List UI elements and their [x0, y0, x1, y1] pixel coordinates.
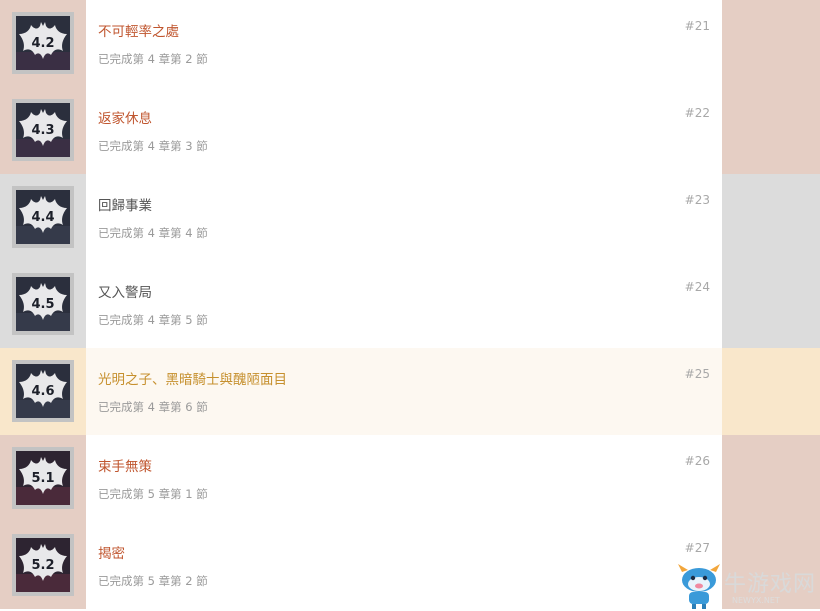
achievement-row[interactable]: 4.5 又入警局 已完成第 4 章第 5 節 #24 [0, 261, 820, 348]
svg-text:4.2: 4.2 [31, 36, 54, 51]
row-content: 光明之子、黑暗騎士與醜陋面目 已完成第 4 章第 6 節 #25 [86, 348, 722, 435]
achievement-row[interactable]: 5.1 束手無策 已完成第 5 章第 1 節 #26 [0, 435, 820, 522]
row-left-stripe: 5.2 [0, 522, 86, 609]
svg-text:5.1: 5.1 [31, 471, 54, 486]
row-content: 束手無策 已完成第 5 章第 1 節 #26 [86, 435, 722, 522]
achievement-badge: 5.1 [12, 447, 74, 509]
bat-emblem-icon: 4.6 [16, 364, 70, 418]
row-content: 返家休息 已完成第 4 章第 3 節 #22 [86, 87, 722, 174]
achievement-row[interactable]: 4.3 返家休息 已完成第 4 章第 3 節 #22 [0, 87, 820, 174]
achievement-status: 已完成第 5 章第 1 節 [98, 487, 208, 501]
achievement-status: 已完成第 4 章第 5 節 [98, 313, 208, 327]
svg-text:4.5: 4.5 [31, 297, 54, 312]
achievement-number: #23 [684, 193, 710, 207]
row-left-stripe: 4.5 [0, 261, 86, 348]
row-right-stripe [722, 87, 820, 174]
achievement-title: 束手無策 [98, 459, 152, 475]
bat-emblem-icon: 5.1 [16, 451, 70, 505]
row-right-stripe [722, 261, 820, 348]
achievement-title: 回歸事業 [98, 198, 152, 214]
svg-text:4.3: 4.3 [31, 123, 54, 138]
row-content: 又入警局 已完成第 4 章第 5 節 #24 [86, 261, 722, 348]
svg-text:4.6: 4.6 [31, 384, 54, 399]
row-content: 回歸事業 已完成第 4 章第 4 節 #23 [86, 174, 722, 261]
achievement-status: 已完成第 4 章第 6 節 [98, 400, 208, 414]
row-right-stripe [722, 174, 820, 261]
achievement-row[interactable]: 4.6 光明之子、黑暗騎士與醜陋面目 已完成第 4 章第 6 節 #25 [0, 348, 820, 435]
bat-emblem-icon: 4.4 [16, 190, 70, 244]
achievement-status: 已完成第 5 章第 2 節 [98, 574, 208, 588]
achievement-status: 已完成第 4 章第 2 節 [98, 52, 208, 66]
achievement-row[interactable]: 4.4 回歸事業 已完成第 4 章第 4 節 #23 [0, 174, 820, 261]
row-left-stripe: 4.2 [0, 0, 86, 87]
achievement-badge: 4.3 [12, 99, 74, 161]
achievement-status: 已完成第 4 章第 3 節 [98, 139, 208, 153]
achievement-number: #25 [684, 367, 710, 381]
achievement-title: 返家休息 [98, 111, 152, 127]
row-left-stripe: 5.1 [0, 435, 86, 522]
achievement-row[interactable]: 4.2 不可輕率之處 已完成第 4 章第 2 節 #21 [0, 0, 820, 87]
row-left-stripe: 4.4 [0, 174, 86, 261]
achievement-number: #21 [684, 19, 710, 33]
site-watermark: 牛游戏网 NEWYX.NET [672, 560, 820, 611]
watermark-url: NEWYX.NET [732, 596, 780, 605]
svg-text:4.4: 4.4 [31, 210, 54, 225]
row-content: 不可輕率之處 已完成第 4 章第 2 節 #21 [86, 0, 722, 87]
achievement-title: 又入警局 [98, 285, 152, 301]
achievement-badge: 4.2 [12, 12, 74, 74]
bat-emblem-icon: 4.5 [16, 277, 70, 331]
bat-emblem-icon: 4.3 [16, 103, 70, 157]
achievement-list: 4.2 不可輕率之處 已完成第 4 章第 2 節 #21 4.3 返家休息 已完… [0, 0, 820, 609]
achievement-title: 光明之子、黑暗騎士與醜陋面目 [98, 372, 287, 388]
achievement-badge: 4.6 [12, 360, 74, 422]
cow-mascot-icon [678, 564, 720, 609]
achievement-badge: 4.5 [12, 273, 74, 335]
watermark-text: 牛游戏网 [724, 572, 817, 597]
row-content: 揭密 已完成第 5 章第 2 節 #27 [86, 522, 722, 609]
achievement-number: #27 [684, 541, 710, 555]
svg-text:5.2: 5.2 [31, 558, 54, 573]
achievement-title: 揭密 [98, 546, 125, 562]
row-right-stripe [722, 435, 820, 522]
achievement-badge: 4.4 [12, 186, 74, 248]
achievement-title: 不可輕率之處 [98, 24, 179, 40]
achievement-badge: 5.2 [12, 534, 74, 596]
row-right-stripe [722, 348, 820, 435]
achievement-status: 已完成第 4 章第 4 節 [98, 226, 208, 240]
achievement-number: #22 [684, 106, 710, 120]
achievement-number: #24 [684, 280, 710, 294]
row-left-stripe: 4.6 [0, 348, 86, 435]
bat-emblem-icon: 5.2 [16, 538, 70, 592]
bat-emblem-icon: 4.2 [16, 16, 70, 70]
row-right-stripe [722, 0, 820, 87]
achievement-number: #26 [684, 454, 710, 468]
row-left-stripe: 4.3 [0, 87, 86, 174]
